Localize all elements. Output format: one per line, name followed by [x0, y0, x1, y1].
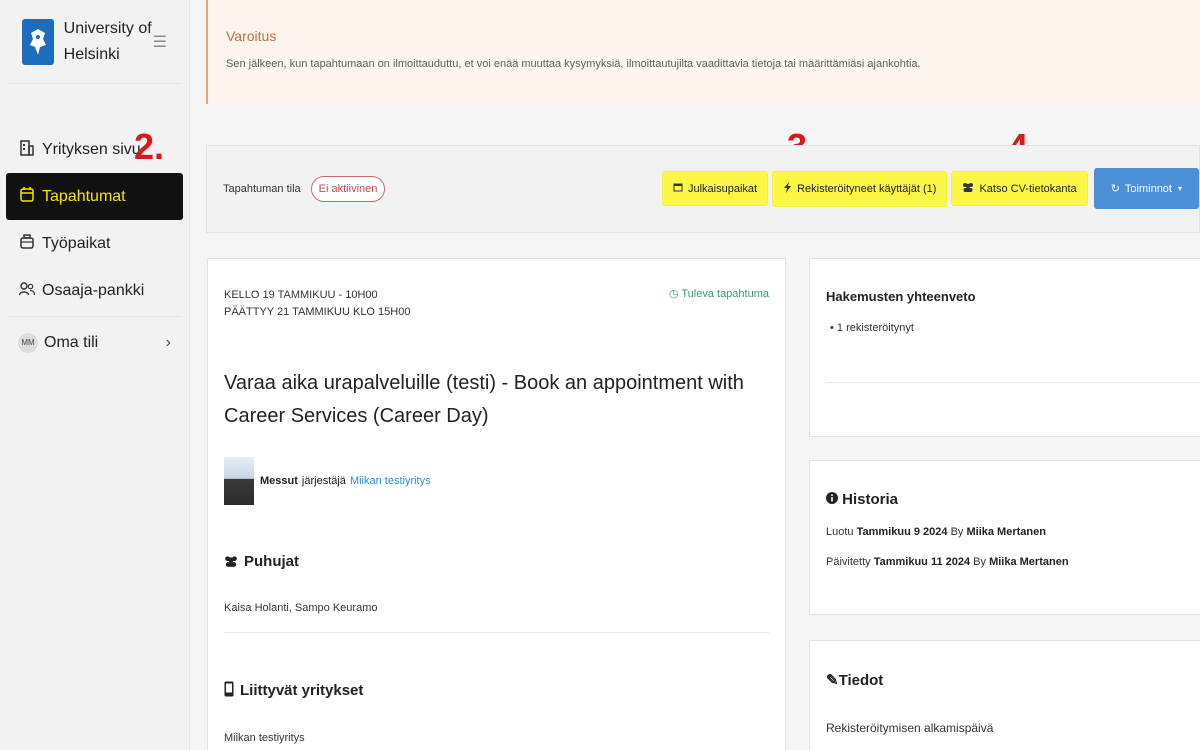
annotation-step-2: 2. — [134, 126, 165, 167]
event-title: Varaa aika urapalveluille (testi) - Book… — [224, 372, 744, 427]
info-circle-icon — [826, 491, 842, 508]
speakers-heading-label: Puhujat — [244, 553, 299, 570]
created-user: Miika Mertanen — [966, 526, 1046, 538]
calendar-icon — [673, 182, 683, 195]
organizer-type: Messut — [260, 475, 298, 487]
sidebar-divider — [8, 316, 181, 317]
action-buttons: Julkaisupaikat Rekisteröityneet käyttäjä… — [658, 168, 1199, 209]
history-heading-label: Historia — [842, 491, 899, 508]
people-icon — [18, 281, 36, 300]
brand[interactable]: University of Helsinki ☰ — [8, 0, 181, 84]
event-status-bar: Tapahtuman tila Ei aktiivinen Julkaisupa… — [206, 145, 1200, 233]
speakers-list: Kaisa Holanti, Sampo Keuramo — [224, 602, 378, 614]
registered-users-label: Rekisteröityneet käyttäjät (1) — [797, 182, 937, 195]
warning-text: Sen jälkeen, kun tapahtumaan on ilmoitta… — [226, 58, 921, 70]
event-status: ◷ Tuleva tapahtuma — [669, 287, 769, 300]
info-heading: ✎Tiedot — [826, 671, 1192, 689]
cv-database-label: Katso CV-tietokanta — [979, 182, 1077, 195]
speakers-heading: Puhujat — [224, 553, 769, 570]
menu-icon[interactable]: ☰ — [153, 32, 167, 52]
warning-banner: Varoitus Sen jälkeen, kun tapahtumaan on… — [206, 0, 1200, 104]
created-date: Tammikuu 9 2024 — [856, 526, 948, 538]
caret-down-icon: ▾ — [1177, 184, 1182, 193]
companies-heading: Liittyvät yritykset — [224, 681, 769, 700]
summary-item: • 1 rekisteröitynyt — [830, 322, 914, 334]
users-icon — [224, 554, 238, 570]
sidebar-item-label: Työpaikat — [42, 234, 111, 252]
sidebar: University of Helsinki ☰ Yrityksen sivu … — [0, 0, 190, 750]
created-by: By — [950, 526, 964, 538]
sidebar-item-label: Tapahtumat — [42, 187, 126, 205]
users-icon — [962, 182, 974, 195]
organizer: Messut järjestäjä Miikan testiyritys — [224, 457, 769, 505]
registration-start-label: Rekisteröitymisen alkamispäivä — [826, 721, 994, 735]
cv-database-button[interactable]: Katso CV-tietokanta — [951, 171, 1088, 206]
briefcase-icon — [18, 234, 36, 253]
registered-users-button[interactable]: Rekisteröityneet käyttäjät (1) — [772, 170, 948, 207]
status-label: Tapahtuman tila — [223, 183, 301, 195]
updated-prefix: Päivitetty — [826, 556, 871, 568]
info-heading-label: Tiedot — [838, 672, 884, 689]
history-updated: Päivitetty Tammikuu 11 2024 By Miika Mer… — [826, 556, 1192, 568]
mobile-icon — [224, 681, 234, 700]
updated-by: By — [973, 556, 987, 568]
organizer-image — [224, 457, 254, 505]
summary-item-text: 1 rekisteröitynyt — [836, 322, 914, 334]
summary-heading: Hakemusten yhteenveto — [826, 289, 976, 304]
calendar-icon — [18, 187, 36, 206]
sidebar-item-label: Yrityksen sivu — [42, 140, 141, 158]
applications-summary-card: Hakemusten yhteenveto • 1 rekisteröityny… — [809, 258, 1200, 437]
event-details-card: KELLO 19 TAMMIKUU - 10H00 PÄÄTTYY 21 TAM… — [207, 258, 786, 750]
brand-name: University of Helsinki — [63, 19, 152, 63]
bolt-icon — [783, 181, 792, 196]
updated-date: Tammikuu 11 2024 — [873, 556, 971, 568]
event-end: PÄÄTTYY 21 TAMMIKUU KLO 15H00 — [224, 306, 411, 318]
history-created: Luotu Tammikuu 9 2024 By Miika Mertanen — [826, 526, 1192, 538]
pen-icon: ✎ — [826, 672, 839, 689]
status-badge: Ei aktiivinen — [310, 176, 386, 202]
sidebar-item-label: Oma tili — [44, 333, 99, 351]
info-card: ✎Tiedot Rekisteröitymisen alkamispäivä — [809, 640, 1200, 750]
actions-dropdown-button[interactable]: ↻ Toiminnot ▾ — [1093, 168, 1199, 209]
clock-icon: ◷ — [668, 288, 679, 300]
publish-places-button[interactable]: Julkaisupaikat — [661, 171, 769, 206]
sidebar-item-tyopaikat[interactable]: Työpaikat — [6, 220, 183, 267]
event-status-label: Tuleva tapahtuma — [681, 288, 769, 300]
building-icon — [18, 139, 36, 160]
avatar: MM — [18, 332, 38, 353]
companies-list: Miikan testiyritys — [224, 732, 305, 744]
companies-heading-label: Liittyvät yritykset — [240, 682, 364, 699]
divider — [224, 632, 769, 633]
organizer-text: järjestäjä — [301, 475, 346, 487]
sidebar-item-label: Osaaja-pankki — [42, 281, 145, 299]
updated-user: Miika Mertanen — [989, 556, 1069, 568]
chevron-right-icon: › — [165, 333, 171, 351]
sidebar-item-osaaja-pankki[interactable]: Osaaja-pankki — [6, 267, 183, 314]
sidebar-item-tapahtumat[interactable]: Tapahtumat — [6, 173, 183, 220]
sidebar-item-oma-tili[interactable]: MM Oma tili › — [6, 319, 183, 366]
organizer-link[interactable]: Miikan testiyritys — [350, 475, 431, 487]
refresh-icon: ↻ — [1110, 183, 1120, 195]
warning-title: Varoitus — [226, 28, 277, 44]
created-prefix: Luotu — [826, 526, 854, 538]
divider — [826, 382, 1200, 383]
history-heading: Historia — [826, 491, 1192, 508]
actions-label: Toiminnot — [1124, 182, 1172, 195]
university-logo-icon — [22, 18, 54, 65]
publish-places-label: Julkaisupaikat — [687, 182, 758, 195]
history-card: Historia Luotu Tammikuu 9 2024 By Miika … — [809, 460, 1200, 615]
